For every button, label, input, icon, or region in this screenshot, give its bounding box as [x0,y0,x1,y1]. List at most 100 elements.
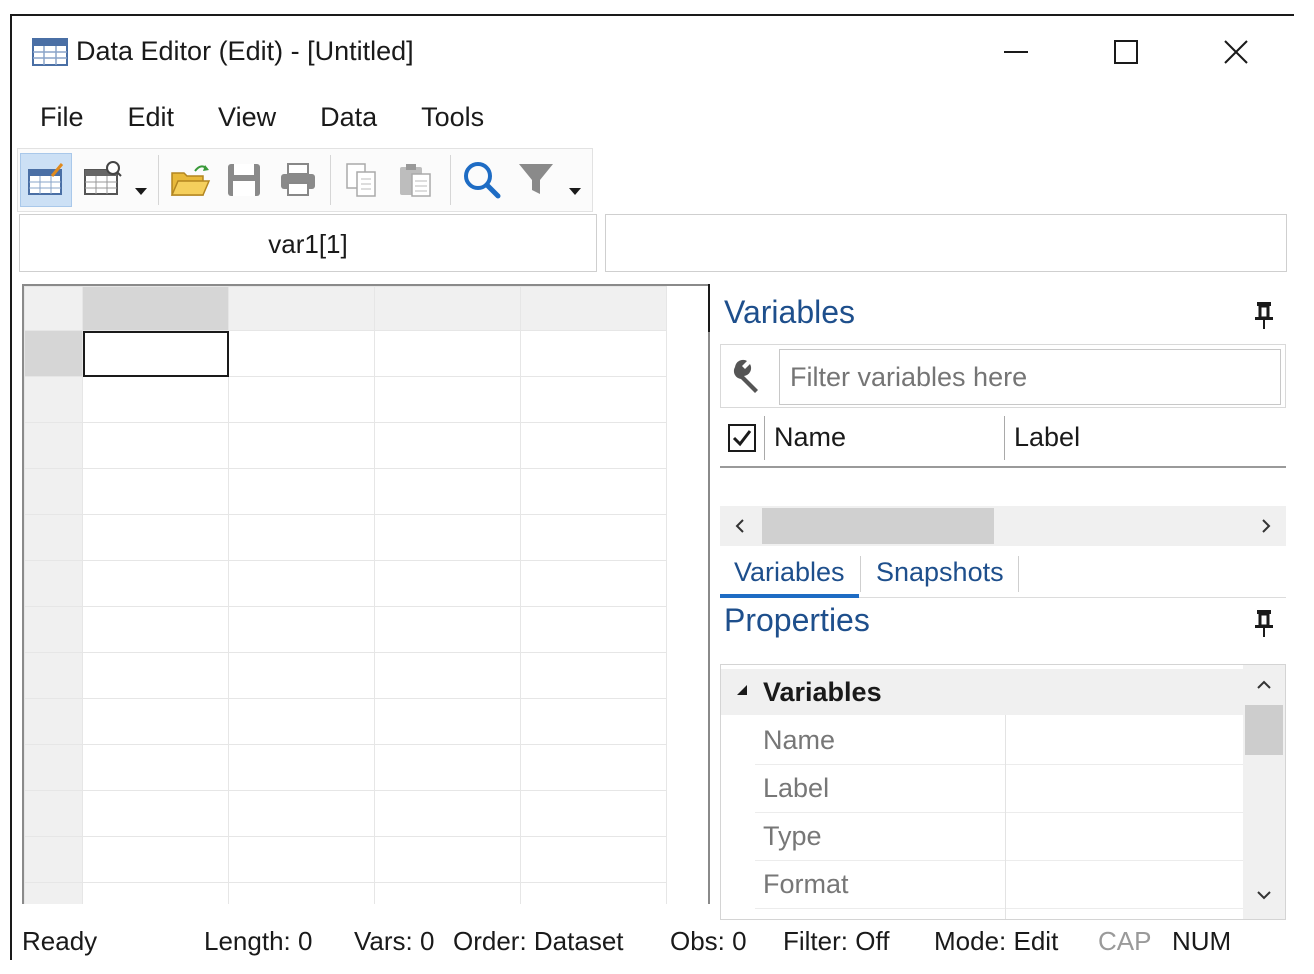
row-header[interactable] [24,560,83,607]
grid-cell[interactable] [228,468,375,515]
column-header[interactable] [520,286,667,331]
chevron-left-icon[interactable] [732,518,748,534]
data-grid[interactable] [22,284,710,904]
row-header[interactable] [24,652,83,699]
grid-cell[interactable] [374,790,521,837]
grid-cell[interactable] [520,330,667,377]
grid-cell[interactable] [228,606,375,653]
properties-category[interactable]: Variables [721,669,1243,715]
grid-cell[interactable] [520,836,667,883]
grid-cell[interactable] [82,836,229,883]
grid-cell[interactable] [228,514,375,561]
grid-cell[interactable] [82,652,229,699]
grid-cell[interactable] [82,698,229,745]
collapse-triangle-icon[interactable] [735,683,749,697]
grid-cell[interactable] [82,422,229,469]
grid-cell[interactable] [374,882,521,904]
grid-cell[interactable] [520,882,667,904]
property-row[interactable]: Label [755,765,1243,813]
grid-cell[interactable] [374,422,521,469]
grid-cell[interactable] [374,836,521,883]
row-header[interactable] [24,514,83,561]
grid-cell[interactable] [228,698,375,745]
grid-cell[interactable] [520,790,667,837]
tab-snapshots[interactable]: Snapshots [862,550,1018,598]
property-row[interactable]: Format [755,861,1243,909]
row-header[interactable] [24,836,83,883]
grid-cell[interactable] [374,514,521,561]
print-button[interactable] [272,153,324,207]
row-header[interactable] [24,882,83,904]
grid-cell[interactable] [520,422,667,469]
grid-cell[interactable] [374,698,521,745]
grid-cell[interactable] [228,836,375,883]
minimize-button[interactable] [988,30,1044,74]
pane-splitter[interactable] [708,284,710,332]
row-header[interactable] [24,468,83,515]
scrollbar-thumb[interactable] [1245,705,1283,755]
grid-cell[interactable] [82,744,229,791]
row-header[interactable] [24,606,83,653]
vertical-scrollbar[interactable] [1243,665,1285,919]
grid-cell[interactable] [228,882,375,904]
column-header[interactable] [228,286,375,331]
grid-corner[interactable] [24,286,83,331]
menu-file[interactable]: File [12,98,106,142]
row-header[interactable] [24,698,83,745]
grid-cell[interactable] [520,698,667,745]
grid-cell[interactable] [520,606,667,653]
grid-cell[interactable] [82,560,229,607]
tab-variables[interactable]: Variables [720,550,859,598]
copy-button[interactable] [336,153,388,207]
grid-cell[interactable] [374,468,521,515]
row-header[interactable] [24,422,83,469]
grid-cell[interactable] [374,376,521,423]
grid-cell[interactable] [82,790,229,837]
grid-cell[interactable] [520,560,667,607]
grid-cell[interactable] [82,376,229,423]
menu-view[interactable]: View [196,98,298,142]
grid-cell[interactable] [228,330,375,377]
chevron-down-icon[interactable] [1256,887,1272,903]
pin-icon[interactable] [1252,608,1276,638]
grid-cell[interactable] [228,790,375,837]
property-row[interactable]: Type [755,813,1243,861]
variable-filter-input[interactable] [779,349,1281,405]
pin-icon[interactable] [1252,300,1276,330]
grid-cell[interactable] [82,468,229,515]
cell-reference-box[interactable]: var1[1] [19,214,597,272]
column-separator[interactable] [1004,416,1005,460]
active-cell[interactable] [82,330,229,377]
paste-button[interactable] [390,153,442,207]
grid-cell[interactable] [520,744,667,791]
wrench-icon[interactable] [731,357,769,395]
menu-tools[interactable]: Tools [399,98,506,142]
filter-button[interactable] [512,153,590,207]
select-all-checkbox[interactable] [728,424,756,452]
menu-data[interactable]: Data [298,98,399,142]
chevron-right-icon[interactable] [1258,518,1274,534]
data-editor-edit-button[interactable] [20,153,72,207]
grid-cell[interactable] [520,376,667,423]
row-header[interactable] [24,376,83,423]
grid-cell[interactable] [228,652,375,699]
label-column-header[interactable]: Label [1014,422,1080,453]
grid-cell[interactable] [82,514,229,561]
chevron-up-icon[interactable] [1256,677,1272,693]
maximize-button[interactable] [1098,30,1154,74]
data-editor-browse-button[interactable] [76,153,156,207]
grid-cell[interactable] [374,606,521,653]
name-column-header[interactable]: Name [774,422,846,453]
grid-cell[interactable] [82,882,229,904]
column-header[interactable] [82,286,229,331]
cell-value-input[interactable] [605,214,1287,272]
grid-cell[interactable] [82,606,229,653]
grid-cell[interactable] [520,468,667,515]
menu-edit[interactable]: Edit [106,98,197,142]
grid-cell[interactable] [228,422,375,469]
row-header[interactable] [24,330,83,377]
grid-cell[interactable] [520,514,667,561]
grid-cell[interactable] [228,376,375,423]
row-header[interactable] [24,744,83,791]
save-button[interactable] [218,153,270,207]
